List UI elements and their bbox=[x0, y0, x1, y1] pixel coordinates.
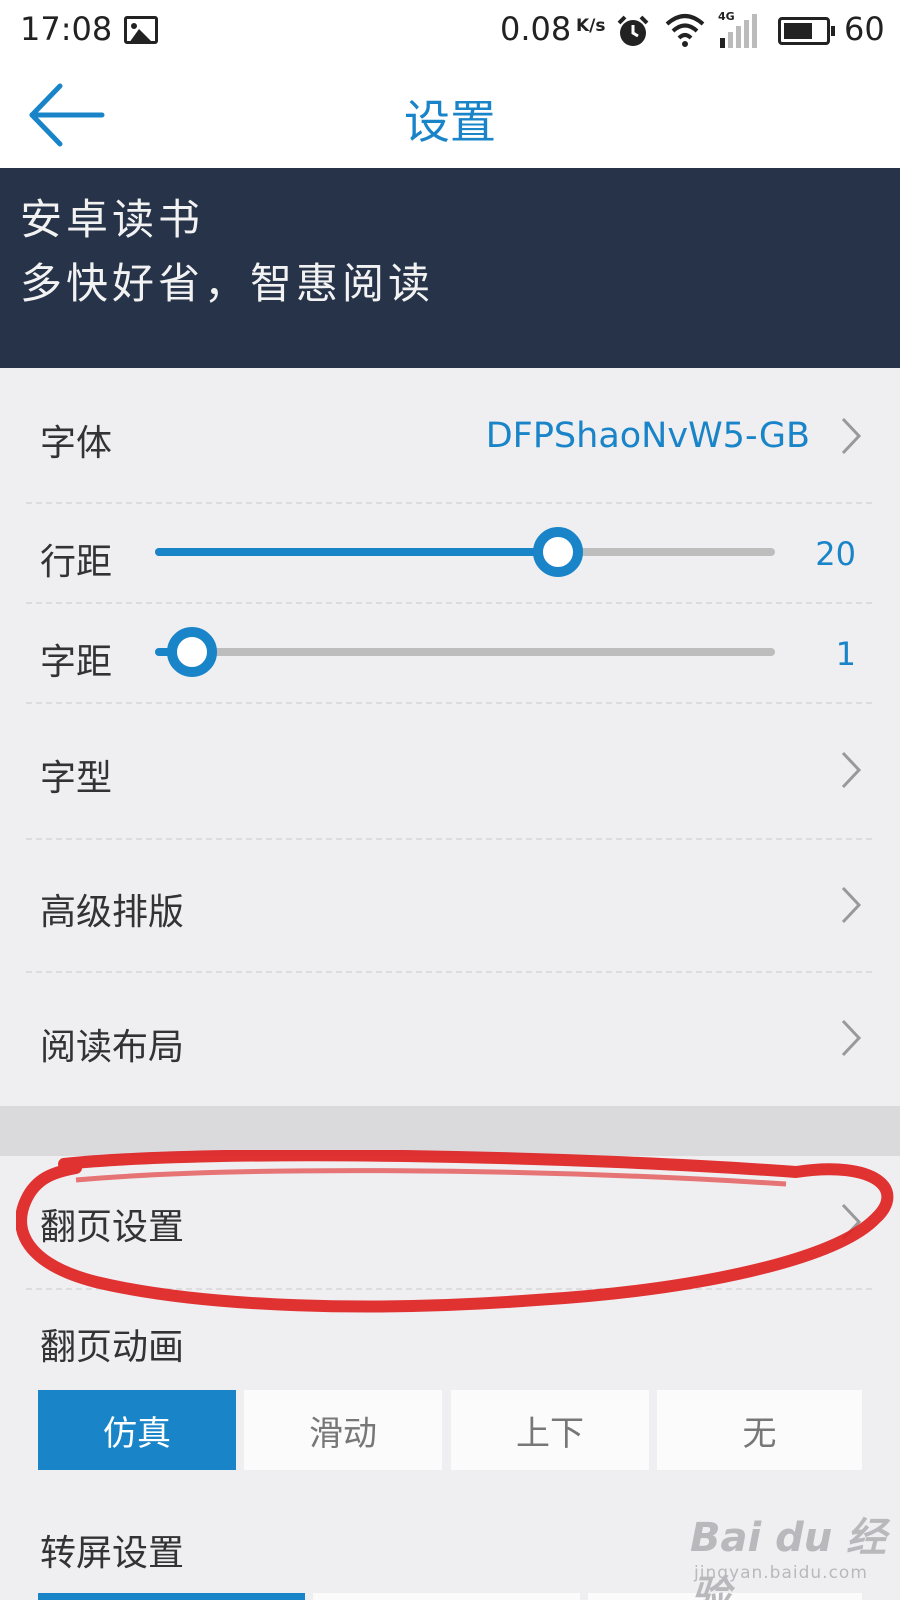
image-notification-icon bbox=[124, 16, 158, 44]
line-spacing-value: 20 bbox=[815, 535, 856, 573]
network-speed-unit: K/s bbox=[576, 16, 606, 36]
chevron-right-icon bbox=[841, 1019, 862, 1057]
char-spacing-slider-track[interactable] bbox=[155, 627, 775, 677]
chevron-right-icon bbox=[841, 751, 862, 789]
watermark-main: Bai du 经验 bbox=[690, 1515, 887, 1600]
line-spacing-slider-track[interactable] bbox=[155, 527, 775, 577]
status-bar: 17:08 0.08 K/s 4G 60 bbox=[0, 0, 900, 62]
anim-option-simulate[interactable]: 仿真 bbox=[38, 1390, 236, 1470]
setting-reading-layout[interactable]: 阅读布局 bbox=[0, 972, 900, 1106]
chevron-right-icon bbox=[841, 886, 862, 924]
signal-type-label: 4G bbox=[718, 10, 735, 23]
setting-advanced-layout[interactable]: 高级排版 bbox=[0, 839, 900, 971]
page-title: 设置 bbox=[404, 95, 496, 149]
banner-app-name: 安卓读书 bbox=[20, 195, 205, 244]
battery-icon bbox=[778, 17, 835, 45]
network-speed: 0.08 bbox=[500, 10, 572, 48]
page-turn-animation-label: 翻页动画 bbox=[40, 1327, 185, 1368]
baidu-watermark: Bai du 经验 jingyan.baidu.com bbox=[690, 1505, 890, 1600]
anim-option-none[interactable]: 无 bbox=[657, 1390, 862, 1470]
cellular-signal-icon: 4G bbox=[718, 10, 757, 48]
chevron-right-icon bbox=[841, 1203, 862, 1241]
alarm-icon bbox=[617, 15, 649, 46]
setting-font-value: DFPShaoNvW5-GB bbox=[485, 416, 810, 456]
setting-advanced-layout-label: 高级排版 bbox=[40, 892, 185, 933]
anim-option-vertical[interactable]: 上下 bbox=[451, 1390, 649, 1470]
char-spacing-value: 1 bbox=[835, 635, 856, 673]
setting-line-spacing: 行距 20 bbox=[0, 503, 900, 601]
setting-page-turn[interactable]: 翻页设置 bbox=[0, 1156, 900, 1288]
status-time: 17:08 bbox=[20, 10, 113, 48]
wifi-icon bbox=[665, 14, 705, 47]
line-spacing-slider-thumb[interactable] bbox=[533, 527, 583, 577]
chevron-right-icon bbox=[841, 417, 862, 455]
divider bbox=[26, 1288, 872, 1290]
setting-page-turn-label: 翻页设置 bbox=[40, 1207, 185, 1248]
setting-line-spacing-label: 行距 bbox=[40, 542, 113, 583]
setting-reading-layout-label: 阅读布局 bbox=[40, 1027, 185, 1068]
banner-slogan: 多快好省，智惠阅读 bbox=[20, 259, 435, 308]
app-header: 设置 bbox=[0, 62, 900, 168]
watermark-url: jingyan.baidu.com bbox=[694, 1563, 868, 1583]
setting-typeface[interactable]: 字型 bbox=[0, 703, 900, 837]
line-spacing-slider-fill bbox=[155, 548, 558, 556]
setting-font[interactable]: 字体 DFPShaoNvW5-GB bbox=[0, 368, 900, 502]
promo-banner: 安卓读书 多快好省，智惠阅读 bbox=[0, 168, 900, 368]
char-spacing-slider-thumb[interactable] bbox=[167, 627, 218, 677]
battery-level: 60 bbox=[844, 10, 885, 48]
setting-char-spacing: 字距 1 bbox=[0, 603, 900, 701]
rotation-option-active[interactable] bbox=[38, 1593, 305, 1600]
rotation-option[interactable] bbox=[313, 1593, 580, 1600]
setting-font-label: 字体 bbox=[40, 423, 113, 464]
rotation-settings-label: 转屏设置 bbox=[40, 1533, 185, 1574]
anim-option-slide[interactable]: 滑动 bbox=[244, 1390, 442, 1470]
setting-char-spacing-label: 字距 bbox=[40, 642, 113, 683]
section-gap bbox=[0, 1106, 900, 1156]
setting-typeface-label: 字型 bbox=[40, 758, 113, 799]
